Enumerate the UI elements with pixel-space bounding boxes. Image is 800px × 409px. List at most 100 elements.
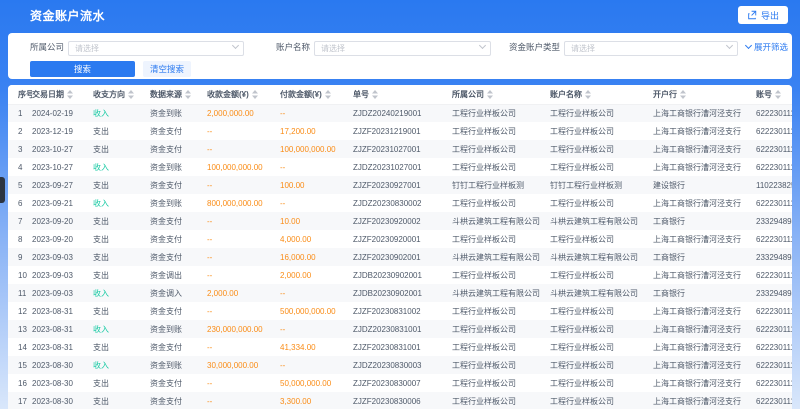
order-no-cell: ZJZF20230902001 xyxy=(353,248,452,266)
side-handle[interactable] xyxy=(0,177,5,203)
account-name-filter-input[interactable] xyxy=(314,41,491,56)
column-header-income-amount[interactable]: 收款金额(¥) xyxy=(207,85,280,104)
company-cell: 工程行业样板公司 xyxy=(452,104,550,122)
income-amount-cell: -- xyxy=(207,392,280,409)
direction-cell: 收入 xyxy=(93,104,150,122)
account-type-filter-label: 资金账户类型 xyxy=(509,41,560,53)
column-header-label: 付款金额(¥) xyxy=(280,89,322,100)
column-header-direction[interactable]: 收支方向 xyxy=(93,85,150,104)
page-title: 资金账户流水 xyxy=(30,7,105,24)
account-no-cell: 622230111 xyxy=(756,374,792,392)
export-button[interactable]: 导出 xyxy=(738,6,788,24)
column-header-label: 账户名称 xyxy=(550,89,582,100)
table-row: 42023-10-27收入资金到账100,000,000.00--ZJDZ202… xyxy=(8,158,792,176)
company-filter-input[interactable] xyxy=(68,41,244,56)
payment-amount-cell: 10.00 xyxy=(280,212,353,230)
table-row: 82023-09-20支出资金支付--4,000.00ZJZF202309200… xyxy=(8,230,792,248)
sort-icon xyxy=(185,90,191,99)
company-cell: 斗栱云建筑工程有限公司 xyxy=(452,284,550,302)
source-cell: 资金支付 xyxy=(150,212,207,230)
trade-date-cell: 2023-09-20 xyxy=(32,212,93,230)
expand-filters-label: 展开筛选 xyxy=(754,41,788,53)
bank-cell: 工商银行 xyxy=(653,284,756,302)
bank-cell: 建设银行 xyxy=(653,176,756,194)
order-no-cell: ZJZF20231219001 xyxy=(353,122,452,140)
search-button[interactable]: 搜索 xyxy=(30,61,135,77)
account-no-cell: 622230111 xyxy=(756,194,792,212)
trade-date-cell: 2023-08-30 xyxy=(32,356,93,374)
bank-cell: 上海工商银行漕河泾支行 xyxy=(653,140,756,158)
order-no-cell: ZJZF20230830007 xyxy=(353,374,452,392)
column-header-label: 交易日期 xyxy=(32,89,64,100)
payment-amount-cell: -- xyxy=(280,320,353,338)
source-cell: 资金调入 xyxy=(150,284,207,302)
order-no-cell: ZJDZ20230831001 xyxy=(353,320,452,338)
column-header-trade-date[interactable]: 交易日期 xyxy=(32,85,93,104)
index-cell: 1 xyxy=(8,104,32,122)
expand-filters-link[interactable]: 展开筛选 xyxy=(746,41,788,53)
payment-amount-cell: 4,000.00 xyxy=(280,230,353,248)
payment-amount-cell: -- xyxy=(280,284,353,302)
column-header-company[interactable]: 所属公司 xyxy=(452,85,550,104)
column-header-order-no[interactable]: 单号 xyxy=(353,85,452,104)
column-header-payment-amount[interactable]: 付款金额(¥) xyxy=(280,85,353,104)
column-header-label: 所属公司 xyxy=(452,89,484,100)
account-name-cell: 工程行业样板公司 xyxy=(550,320,653,338)
table-header-row: 序号交易日期 收支方向数据来源收款金额(¥) 付款金额(¥) 单号所属公司 账户名称 开户… xyxy=(8,85,792,104)
column-header-label: 账号 xyxy=(756,89,772,100)
column-header-source[interactable]: 数据来源 xyxy=(150,85,207,104)
account-no-cell: 622230111 xyxy=(756,392,792,409)
column-header-index: 序号 xyxy=(8,85,32,104)
bank-cell: 上海工商银行漕河泾支行 xyxy=(653,194,756,212)
account-no-cell: 622230111 xyxy=(756,230,792,248)
trade-date-cell: 2023-08-31 xyxy=(32,320,93,338)
source-cell: 资金到账 xyxy=(150,194,207,212)
clear-search-button[interactable]: 清空搜索 xyxy=(143,61,191,77)
account-no-cell: 622230111 xyxy=(756,266,792,284)
income-amount-cell: 2,000.00 xyxy=(207,284,280,302)
company-cell: 工程行业样板公司 xyxy=(452,122,550,140)
bank-cell: 上海工商银行漕河泾支行 xyxy=(653,320,756,338)
column-header-label: 收款金额(¥) xyxy=(207,89,249,100)
column-header-label: 序号 xyxy=(18,89,32,100)
income-amount-cell: -- xyxy=(207,122,280,140)
index-cell: 9 xyxy=(8,248,32,266)
filter-panel: 所属公司 账户名称 资金账户类型 展开筛选 搜索 清空搜索 xyxy=(8,33,792,79)
account-name-cell: 工程行业样板公司 xyxy=(550,158,653,176)
direction-cell: 收入 xyxy=(93,158,150,176)
account-no-cell: 622230111 xyxy=(756,158,792,176)
export-icon xyxy=(747,10,757,20)
account-name-cell: 斗栱云建筑工程有限公司 xyxy=(550,212,653,230)
column-header-bank[interactable]: 开户行 xyxy=(653,85,756,104)
account-name-cell: 工程行业样板公司 xyxy=(550,266,653,284)
account-name-cell: 工程行业样板公司 xyxy=(550,338,653,356)
payment-amount-cell: 50,000,000.00 xyxy=(280,374,353,392)
account-name-filter-select[interactable] xyxy=(314,38,491,56)
direction-cell: 支出 xyxy=(93,374,150,392)
account-no-cell: 622230111 xyxy=(756,122,792,140)
table-row: 112023-09-03收入资金调入2,000.00--ZJDB20230902… xyxy=(8,284,792,302)
account-type-filter-input[interactable] xyxy=(564,41,738,56)
income-amount-cell: -- xyxy=(207,338,280,356)
column-header-account-name[interactable]: 账户名称 xyxy=(550,85,653,104)
income-amount-cell: 30,000,000.00 xyxy=(207,356,280,374)
table-row: 32023-10-27支出资金支付--100,000,000.00ZJZF202… xyxy=(8,140,792,158)
income-amount-cell: -- xyxy=(207,176,280,194)
payment-amount-cell: 100.00 xyxy=(280,176,353,194)
account-name-cell: 工程行业样板公司 xyxy=(550,122,653,140)
index-cell: 2 xyxy=(8,122,32,140)
column-header-account-no[interactable]: 账号 xyxy=(756,85,792,104)
table-row: 92023-09-03支出资金支付--16,000.00ZJZF20230902… xyxy=(8,248,792,266)
company-filter-select[interactable] xyxy=(68,38,244,56)
source-cell: 资金支付 xyxy=(150,302,207,320)
source-cell: 资金支付 xyxy=(150,338,207,356)
company-filter-label: 所属公司 xyxy=(30,41,64,53)
trade-date-cell: 2024-02-19 xyxy=(32,104,93,122)
index-cell: 11 xyxy=(8,284,32,302)
payment-amount-cell: 500,000,000.00 xyxy=(280,302,353,320)
trade-date-cell: 2023-10-27 xyxy=(32,140,93,158)
order-no-cell: ZJDZ20230830003 xyxy=(353,356,452,374)
income-amount-cell: -- xyxy=(207,302,280,320)
account-type-filter-select[interactable] xyxy=(564,38,738,56)
source-cell: 资金调出 xyxy=(150,266,207,284)
